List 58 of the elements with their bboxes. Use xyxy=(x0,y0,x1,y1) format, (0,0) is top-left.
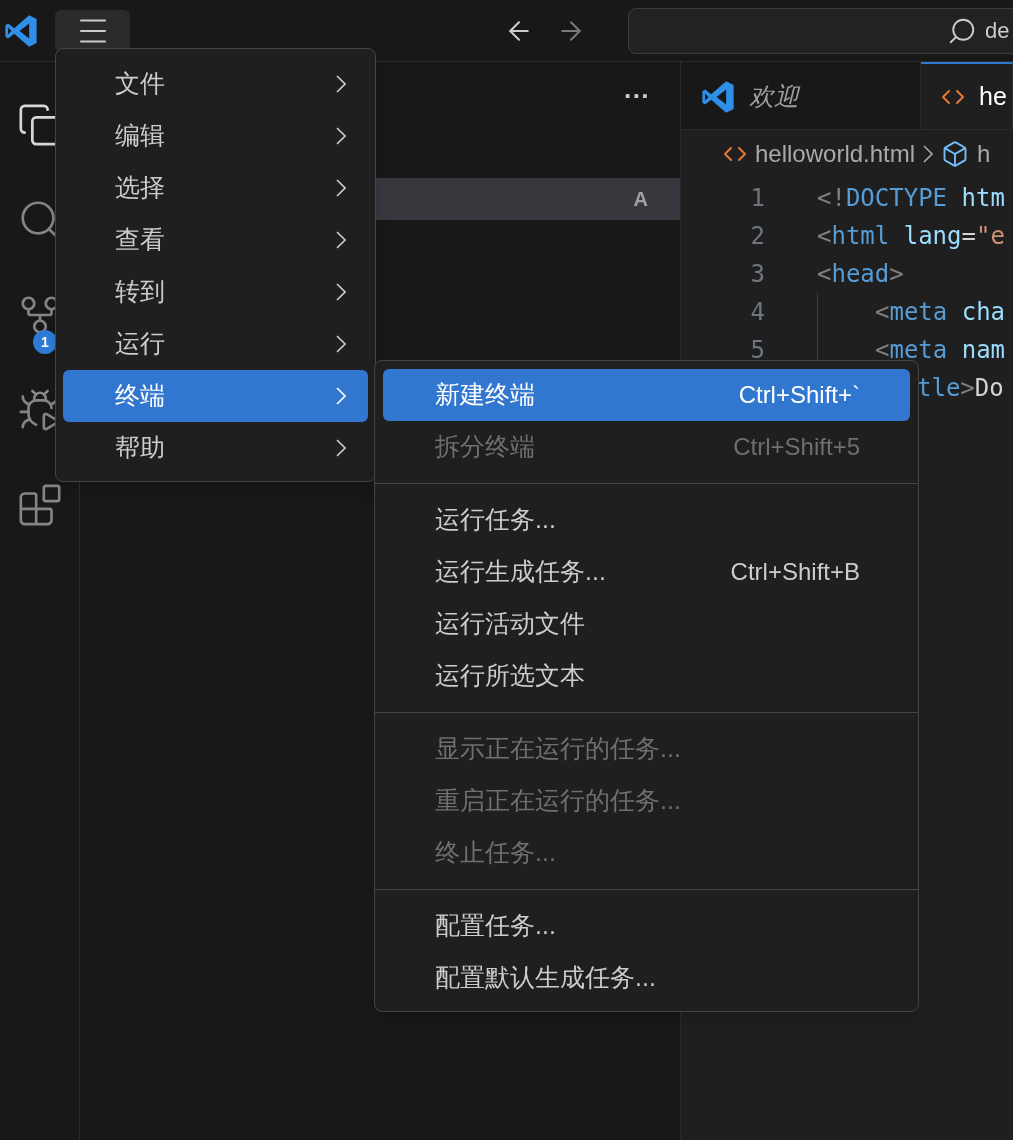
breadcrumb-file[interactable]: helloworld.html xyxy=(755,136,916,172)
chevron-right-icon xyxy=(336,439,346,457)
menu-button[interactable] xyxy=(55,9,130,52)
code-token: htm xyxy=(960,183,1005,214)
line-number: 3 xyxy=(750,260,765,288)
code-token: <! xyxy=(817,183,846,214)
chevron-right-icon xyxy=(336,387,346,405)
code-token: nam xyxy=(960,335,1006,366)
editor-tab[interactable]: he xyxy=(921,62,1013,129)
breadcrumb-symbol[interactable]: h xyxy=(977,136,991,172)
code-token: > xyxy=(960,373,975,404)
code-token: < xyxy=(817,259,832,290)
code-token: cha xyxy=(960,297,1006,328)
menu-item[interactable]: 运行 xyxy=(63,318,368,370)
code-token: Do xyxy=(974,373,1004,404)
code-token: = xyxy=(961,221,976,252)
notification-badge: 1 xyxy=(33,330,57,354)
menu-item[interactable]: 终端 xyxy=(63,370,368,422)
line-number: 4 xyxy=(750,298,765,326)
menu-item[interactable]: 转到 xyxy=(63,266,368,318)
code-token: "e xyxy=(975,221,1005,252)
menu-item[interactable]: 文件 xyxy=(63,58,368,110)
code-token: head xyxy=(831,259,890,290)
menu-item[interactable]: 配置默认生成任务... xyxy=(383,952,910,1004)
more-actions-button[interactable]: ··· xyxy=(624,76,650,116)
code-token: meta xyxy=(889,335,948,366)
menu-item[interactable]: 新建终端 Ctrl+Shift+` xyxy=(383,369,910,421)
menu-item[interactable]: 帮助 xyxy=(63,422,368,474)
menu-item[interactable]: 运行生成任务... Ctrl+Shift+B xyxy=(383,546,910,598)
chevron-right-icon xyxy=(336,335,346,353)
code-token: meta xyxy=(889,297,948,328)
code-token: tle xyxy=(917,373,961,404)
menu-item[interactable]: 运行任务... xyxy=(383,494,910,546)
chevron-right-icon xyxy=(336,179,346,197)
code-token: < xyxy=(875,297,890,328)
extensions-icon[interactable] xyxy=(16,481,63,528)
line-number: 2 xyxy=(750,222,765,250)
code-token: html xyxy=(831,221,890,252)
menu-item[interactable]: 编辑 xyxy=(63,110,368,162)
app-logo-icon xyxy=(4,13,38,48)
chevron-right-icon xyxy=(336,231,346,249)
menu-item[interactable]: 运行所选文本 xyxy=(383,650,910,702)
menu-item[interactable]: 配置任务... xyxy=(383,900,910,952)
chevron-right-icon xyxy=(923,145,934,163)
search-field[interactable]: de xyxy=(628,7,1013,54)
line-number: 5 xyxy=(750,336,765,364)
line-number: 1 xyxy=(750,184,765,212)
chevron-right-icon xyxy=(336,283,346,301)
chevron-right-icon xyxy=(336,127,346,145)
code-token: < xyxy=(875,335,890,366)
app-logo-icon xyxy=(701,79,735,114)
search-text: de xyxy=(985,17,1010,45)
code-token: < xyxy=(817,221,832,252)
code-token: > xyxy=(889,259,904,290)
code-token: DOCTYPE xyxy=(845,183,948,214)
chevron-right-icon xyxy=(336,75,346,93)
menu-item[interactable]: 运行活动文件 xyxy=(383,598,910,650)
code-token: lang xyxy=(902,221,962,252)
